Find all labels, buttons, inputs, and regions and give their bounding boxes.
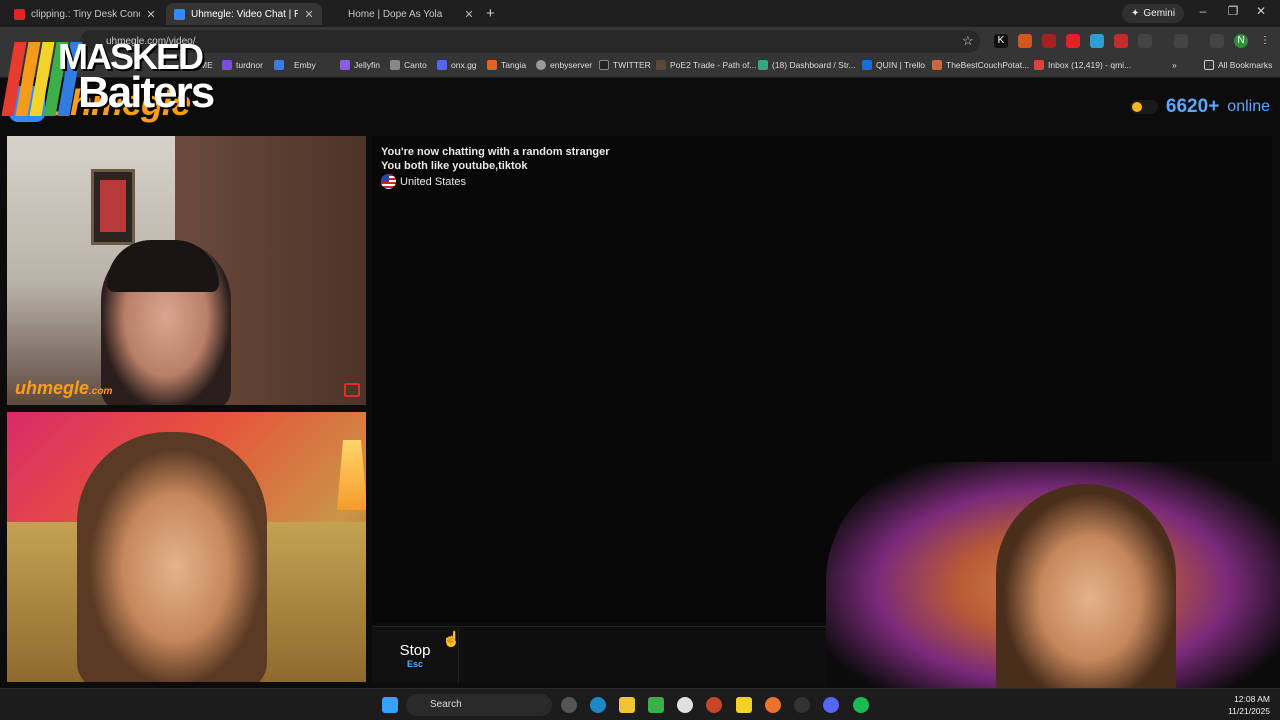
- bookmark-twitter[interactable]: TWITTER: [599, 60, 651, 70]
- us-flag-icon: [381, 174, 396, 189]
- youtube-icon: [14, 8, 25, 20]
- bookmark-emby[interactable]: Emby: [274, 60, 316, 70]
- streamer-webcam-overlay: [826, 462, 1280, 688]
- chrome-icon[interactable]: [677, 697, 693, 713]
- report-flag-icon[interactable]: [344, 383, 360, 397]
- bookmark-dashboard[interactable]: (18) Dashboard / Str...: [758, 60, 856, 70]
- canto-icon: [390, 60, 400, 70]
- extension-7tv-icon[interactable]: [1090, 34, 1104, 48]
- discord-icon[interactable]: [823, 697, 839, 713]
- new-tab-button[interactable]: +: [486, 5, 495, 22]
- tab-dope-as-yola[interactable]: Home | Dope As Yola ✕: [326, 3, 482, 25]
- tab-search-icon[interactable]: [1174, 34, 1188, 48]
- edge-icon[interactable]: [590, 697, 606, 713]
- tab-uhmegle[interactable]: Uhmegle: Video Chat | Ran ✕: [166, 3, 322, 25]
- profile-avatar-icon[interactable]: N: [1234, 34, 1248, 48]
- x-icon: [599, 60, 609, 70]
- minimize-icon[interactable]: –: [1194, 4, 1212, 18]
- stranger-video: uhmegle.com: [7, 136, 366, 405]
- self-video: [7, 412, 366, 682]
- close-tab-icon[interactable]: ✕: [464, 8, 474, 21]
- more-bookmarks-icon[interactable]: »: [1172, 60, 1177, 70]
- wall-picture: [91, 169, 135, 245]
- bookmark-turdnor[interactable]: turdnor: [222, 60, 263, 70]
- windows-start-icon[interactable]: [382, 697, 398, 713]
- stranger-country: United States: [381, 174, 466, 189]
- puzzle-icon[interactable]: [1138, 34, 1152, 48]
- bookmark-jellyfin[interactable]: Jellyfin: [340, 60, 380, 70]
- sticky-notes-icon[interactable]: [736, 697, 752, 713]
- bookmark-enbyserver[interactable]: enbyserver: [536, 60, 592, 70]
- sparkle-icon: ✦: [1131, 8, 1140, 19]
- file-explorer-icon[interactable]: [619, 697, 635, 713]
- lamp: [337, 440, 366, 510]
- discord-icon: [437, 60, 447, 70]
- app-icon[interactable]: [706, 697, 722, 713]
- chat-message-input[interactable]: [464, 627, 832, 683]
- globe-icon: [536, 60, 546, 70]
- app-icon[interactable]: [794, 697, 810, 713]
- self-person: [77, 432, 267, 682]
- screen: clipping.: Tiny Desk Concert - Y ✕ Uhmeg…: [0, 0, 1280, 720]
- streamer-person: [996, 484, 1176, 688]
- trello-icon: [862, 60, 872, 70]
- uhmegle-tab-icon: [174, 8, 185, 20]
- browser-tab-strip: clipping.: Tiny Desk Concert - Y ✕ Uhmeg…: [0, 0, 1280, 27]
- extension-fox-icon[interactable]: [1018, 34, 1032, 48]
- taskbar-search[interactable]: Search: [406, 694, 552, 716]
- bookmark-poe2-trade[interactable]: PoE2 Trade - Path of...: [656, 60, 756, 70]
- windows-taskbar: Search 12:08 AM 11/21/2025: [0, 688, 1280, 720]
- uhmegle-watermark: uhmegle.com: [15, 378, 113, 398]
- poe-icon: [656, 60, 666, 70]
- close-tab-icon[interactable]: ✕: [146, 8, 156, 21]
- spotify-icon[interactable]: [853, 697, 869, 713]
- online-counter: 6620+ online: [1129, 96, 1270, 118]
- restore-icon[interactable]: ❐: [1224, 4, 1242, 18]
- folder-icon: [1204, 60, 1214, 70]
- bookmark-canto[interactable]: Canto: [390, 60, 427, 70]
- gmail-icon: [1034, 60, 1044, 70]
- tab-clipping[interactable]: clipping.: Tiny Desk Concert - Y ✕: [6, 3, 164, 25]
- extension-shield-icon[interactable]: [1114, 34, 1128, 48]
- dashboard-icon: [758, 60, 768, 70]
- mouse-cursor-icon: ☝: [442, 631, 461, 648]
- media-app-icon[interactable]: [648, 697, 664, 713]
- extension-k-icon[interactable]: K: [994, 34, 1008, 48]
- bookmark-star-icon[interactable]: ☆: [962, 33, 974, 49]
- extension-red-icon[interactable]: [1042, 34, 1056, 48]
- chat-controls: Stop Esc: [372, 626, 832, 683]
- bookmark-couch-potato[interactable]: TheBestCouchPotat...: [932, 60, 1029, 70]
- bookmark-inbox[interactable]: Inbox (12,419) - qmi...: [1034, 60, 1131, 70]
- task-view-icon[interactable]: [561, 697, 577, 713]
- jellyfin-icon: [340, 60, 350, 70]
- close-tab-icon[interactable]: ✕: [304, 8, 314, 21]
- masked-baiters-overlay: MASKED Baiters: [1, 36, 228, 117]
- system-message-connected: You're now chatting with a random strang…: [381, 146, 610, 158]
- close-window-icon[interactable]: ✕: [1252, 4, 1270, 18]
- system-clock[interactable]: 12:08 AM 11/21/2025: [1228, 693, 1270, 717]
- gemini-button[interactable]: ✦ Gemini: [1122, 4, 1185, 23]
- facebook-icon: [274, 60, 284, 70]
- bookmark-onx[interactable]: onx.gg: [437, 60, 477, 70]
- media-icon[interactable]: [1210, 34, 1224, 48]
- bookmark-tangia[interactable]: Tangia: [487, 60, 526, 70]
- theme-toggle[interactable]: [1129, 100, 1158, 114]
- firefox-icon[interactable]: [765, 697, 781, 713]
- tangia-icon: [487, 60, 497, 70]
- menu-dots-icon[interactable]: ⋮: [1258, 34, 1272, 48]
- bookmark-trello[interactable]: QUIN | Trello: [862, 60, 925, 70]
- all-bookmarks[interactable]: All Bookmarks: [1204, 60, 1272, 70]
- couch-icon: [932, 60, 942, 70]
- extension-youtube-icon[interactable]: [1066, 34, 1080, 48]
- system-message-interests: You both like youtube,tiktok: [381, 160, 528, 172]
